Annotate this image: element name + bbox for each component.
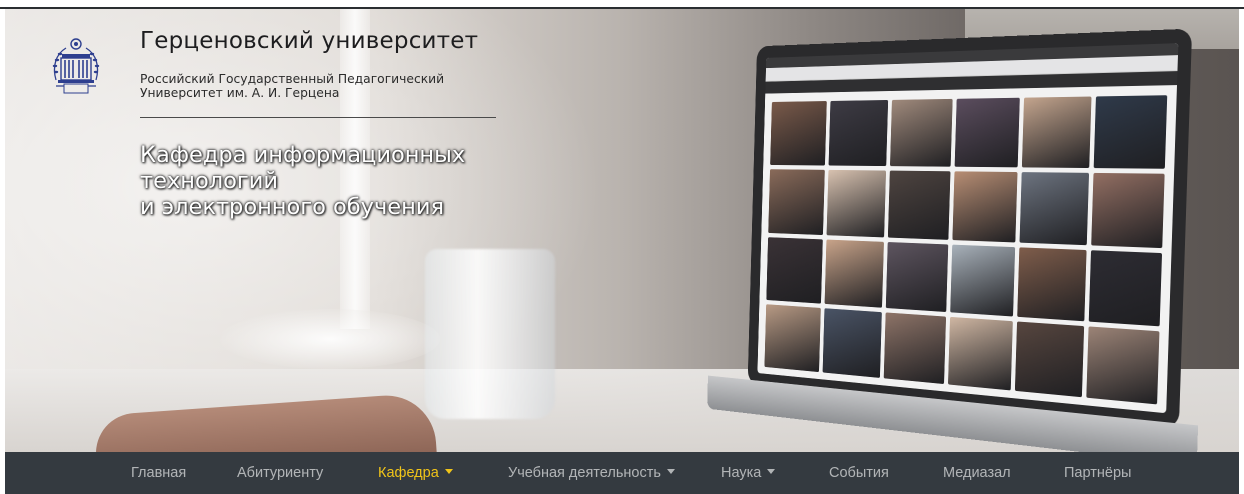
- nav-item-label: Медиазал: [943, 465, 1011, 481]
- nav-item-label: Партнёры: [1064, 465, 1132, 481]
- screen-photo-tile: [766, 236, 823, 304]
- chevron-down-icon: [767, 469, 776, 474]
- screen-photo-tile: [828, 99, 888, 167]
- nav-item-events[interactable]: События: [829, 452, 889, 494]
- university-subtitle-line2: Университет им. А. И. Герцена: [140, 86, 340, 100]
- screen-photo-tile: [1088, 249, 1163, 327]
- nav-item-applicants[interactable]: Абитуриенту: [237, 452, 323, 494]
- nav-item-label: Учебная деятельность: [508, 465, 661, 481]
- laptop-bezel: [747, 28, 1193, 429]
- chevron-down-icon: [444, 469, 453, 474]
- screen-photo-tile: [889, 98, 953, 167]
- top-border: [0, 0, 1244, 9]
- screen-photo-tile: [1015, 321, 1085, 398]
- brand-divider: [140, 117, 496, 118]
- chevron-down-icon: [666, 469, 675, 474]
- department-title-line2: технологий: [140, 168, 278, 194]
- screen-photo-tile: [1091, 173, 1165, 248]
- university-emblem-icon[interactable]: [50, 36, 102, 98]
- screen-photo-tile: [885, 241, 948, 312]
- nav-item-department[interactable]: Кафедра: [378, 452, 453, 494]
- nav-item-home[interactable]: Главная: [131, 452, 186, 494]
- nav-item-education[interactable]: Учебная деятельность: [508, 452, 675, 494]
- main-navbar: Главная Абитуриенту Кафедра Учебная деят…: [5, 452, 1239, 494]
- nav-item-label: Кафедра: [378, 465, 439, 481]
- screen-photo-tile: [947, 316, 1014, 391]
- laptop-screen: [757, 43, 1179, 414]
- university-subtitle: Российский Государственный Педагогически…: [140, 72, 500, 100]
- hero-water-glass: [425, 249, 555, 419]
- screen-photo-tile: [1019, 172, 1090, 245]
- screen-photo-tile: [1093, 95, 1168, 170]
- screen-photo-tile: [822, 307, 882, 378]
- nav-item-label: Наука: [721, 465, 762, 481]
- department-title-line1: Кафедра информационных: [140, 142, 466, 168]
- screen-photo-tile: [824, 239, 884, 308]
- nav-item-label: Главная: [131, 465, 187, 481]
- university-title[interactable]: Герценовский университет: [140, 28, 478, 54]
- screen-photo-tile: [954, 97, 1021, 168]
- screen-photo-tile: [1022, 96, 1092, 169]
- screen-photo-tile: [1017, 246, 1087, 322]
- screen-photo-tile: [770, 101, 827, 166]
- nav-item-science[interactable]: Наука: [721, 452, 776, 494]
- nav-list: Главная Абитуриенту Кафедра Учебная деят…: [5, 452, 1239, 494]
- laptop-photo-gallery-image: [707, 28, 1199, 452]
- screen-photo-tile: [1086, 326, 1160, 405]
- university-subtitle-line1: Российский Государственный Педагогически…: [140, 72, 445, 86]
- department-title-line3: и электронного обучения: [140, 194, 444, 220]
- nav-item-label: Абитуриенту: [237, 465, 324, 481]
- screen-photo-tile: [951, 171, 1018, 243]
- screen-photo-tile: [949, 244, 1016, 317]
- screen-photo-tile: [768, 169, 825, 235]
- department-title: Кафедра информационных технологий и элек…: [140, 142, 520, 220]
- nav-item-label: События: [829, 465, 889, 481]
- nav-item-partners[interactable]: Партнёры: [1064, 452, 1131, 494]
- nav-item-media[interactable]: Медиазал: [943, 452, 1011, 494]
- screen-photo-tile: [826, 170, 886, 237]
- screen-photo-tile: [887, 170, 951, 240]
- screen-photo-tile: [764, 304, 821, 373]
- screen-photo-grid: [764, 95, 1168, 405]
- screen-photo-tile: [883, 312, 946, 385]
- brand-block[interactable]: Герценовский университет Российский Госу…: [50, 28, 500, 128]
